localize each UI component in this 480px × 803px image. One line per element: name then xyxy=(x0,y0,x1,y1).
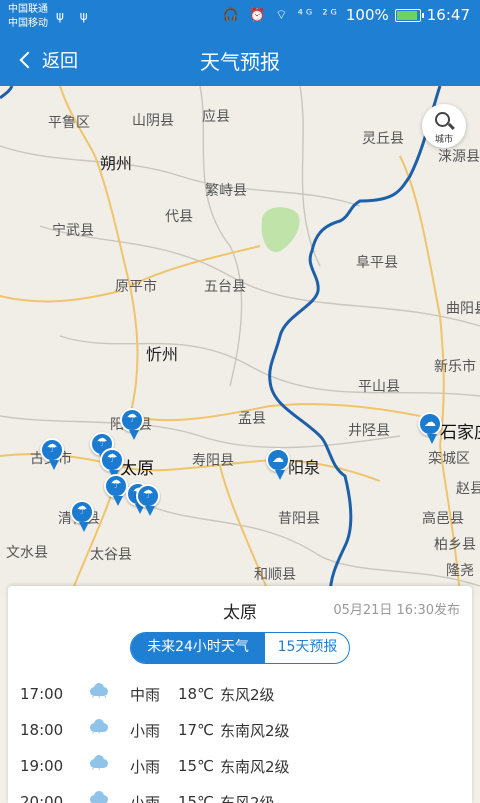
hourly-row: 19:00 ' ' 小雨 15℃ 东南风2级 xyxy=(20,748,460,784)
hour-wind: 东风2级 xyxy=(220,685,275,704)
hour-weather: 小雨 xyxy=(130,721,161,740)
carrier-1: 中国联通 xyxy=(8,4,48,15)
rain-cloud-icon[interactable]: ☂ xyxy=(104,474,128,508)
place-label: 五台县 xyxy=(204,279,246,295)
forecast-tabs: 未来24小时天气 15天预报 xyxy=(130,632,350,664)
hour-time: 20:00 xyxy=(20,793,64,803)
place-label: 曲阳县 xyxy=(446,301,480,317)
carrier-labels: 中国联通 中国移动 xyxy=(8,3,48,31)
title-bar: 返回 天气预报 xyxy=(0,34,480,86)
place-label: 寿阳县 xyxy=(192,453,234,469)
hour-time: 18:00 xyxy=(20,721,64,739)
place-label: 孟县 xyxy=(238,411,266,427)
place-label: 栾城区 xyxy=(428,451,470,467)
hourly-row: 17:00 ' ' ' 中雨 18℃ 东风2级 xyxy=(20,676,460,712)
hour-wind: 东风2级 xyxy=(220,793,275,803)
hourly-row: 18:00 ' ' 小雨 17℃ 东南风2级 xyxy=(20,712,460,748)
place-label: 山阴县 xyxy=(132,113,174,129)
status-right: 🎧 ⏰ ⌔ ⁴ᴳ ²ᴳ 100% 16:47 xyxy=(223,6,470,24)
place-label: 原平市 xyxy=(115,279,157,295)
forecast-panel: 太原 05月21日 16:30发布 未来24小时天气 15天预报 17:00 '… xyxy=(8,586,472,803)
place-label: 高邑县 xyxy=(422,511,464,527)
place-label: 阳泉 xyxy=(288,458,321,477)
rain-cloud-icon[interactable]: ☂ xyxy=(120,408,144,442)
place-label: 繁峙县 xyxy=(205,183,247,199)
carrier-2: 中国移动 xyxy=(8,18,48,29)
place-label: 应县 xyxy=(202,109,230,125)
tab-24-hour[interactable]: 未来24小时天气 xyxy=(131,633,265,663)
page-title: 天气预报 xyxy=(200,50,280,74)
hour-wind: 东南风2级 xyxy=(220,721,290,740)
publish-time: 05月21日 16:30发布 xyxy=(333,603,460,618)
rain-cloud-icon[interactable]: ☂ xyxy=(40,438,64,472)
place-label: 涞源县 xyxy=(438,149,480,165)
cloud-icon[interactable]: ☁ xyxy=(266,448,290,482)
hour-temp: 18℃ xyxy=(178,685,214,703)
place-label: 忻州 xyxy=(146,345,179,364)
weather-map[interactable]: 平鲁区 山阴县 应县 灵丘县 涞源县 朔州 繁峙县 代县 宁武县 阜平县 原平市… xyxy=(0,86,480,596)
status-bar: 中国联通 中国移动 ψ ψ 🎧 ⏰ ⌔ ⁴ᴳ ²ᴳ 100% 16:47 xyxy=(0,0,480,34)
city-search-label: 城市 xyxy=(434,135,453,145)
place-label: 柏乡县 xyxy=(434,537,476,553)
status-icons: 🎧 ⏰ ⌔ ⁴ᴳ ²ᴳ xyxy=(222,8,340,23)
place-label: 平鲁区 xyxy=(48,115,90,131)
clock: 16:47 xyxy=(426,6,470,24)
place-label: 太谷县 xyxy=(90,547,132,563)
tab-15-day[interactable]: 15天预报 xyxy=(265,633,349,663)
hour-time: 17:00 xyxy=(20,685,64,703)
hour-temp: 15℃ xyxy=(178,793,214,803)
rain-cloud-icon[interactable]: ☂ xyxy=(70,500,94,534)
park-area xyxy=(261,207,300,253)
city-search-button[interactable]: 城市 xyxy=(422,104,466,148)
place-label: 新乐市 xyxy=(434,359,476,375)
place-label: 赵县 xyxy=(456,481,480,497)
place-label: 和顺县 xyxy=(254,567,296,583)
hour-weather: 小雨 xyxy=(130,793,161,803)
cloud-icon[interactable]: ☁ xyxy=(418,412,442,446)
place-label: 朔州 xyxy=(100,154,133,173)
place-label: 平山县 xyxy=(358,379,400,395)
place-label: 石家庄 xyxy=(440,423,480,443)
place-label: 阜平县 xyxy=(356,255,398,271)
rain-cloud-icon: ' ' xyxy=(88,719,110,739)
hour-wind: 东南风2级 xyxy=(220,757,290,776)
place-label: 井陉县 xyxy=(348,423,390,439)
battery-percent: 100% xyxy=(345,6,389,24)
hour-temp: 15℃ xyxy=(178,757,214,775)
place-label: 宁武县 xyxy=(52,223,94,239)
place-label: 昔阳县 xyxy=(278,511,320,527)
hour-temp: 17℃ xyxy=(178,721,214,739)
place-label: 文水县 xyxy=(6,545,48,561)
place-label: 隆尧 xyxy=(446,563,474,579)
rain-cloud-icon: ' ' xyxy=(88,755,110,775)
hourly-list: 17:00 ' ' ' 中雨 18℃ 东风2级 18:00 ' ' 小雨 17℃… xyxy=(20,676,460,803)
place-label: 代县 xyxy=(165,209,193,225)
hourly-row: 20:00 ' ' 小雨 15℃ 东风2级 xyxy=(20,784,460,803)
hour-weather: 小雨 xyxy=(130,757,161,776)
battery-icon xyxy=(394,8,424,22)
usb-icon: ψ ψ xyxy=(56,9,94,23)
rain-cloud-icon: ' ' ' xyxy=(88,683,110,703)
rain-cloud-icon[interactable]: ☂ xyxy=(136,484,160,518)
hour-time: 19:00 xyxy=(20,757,64,775)
rain-cloud-icon: ' ' xyxy=(88,791,110,803)
place-label: 灵丘县 xyxy=(362,131,404,147)
hour-weather: 中雨 xyxy=(130,685,161,704)
